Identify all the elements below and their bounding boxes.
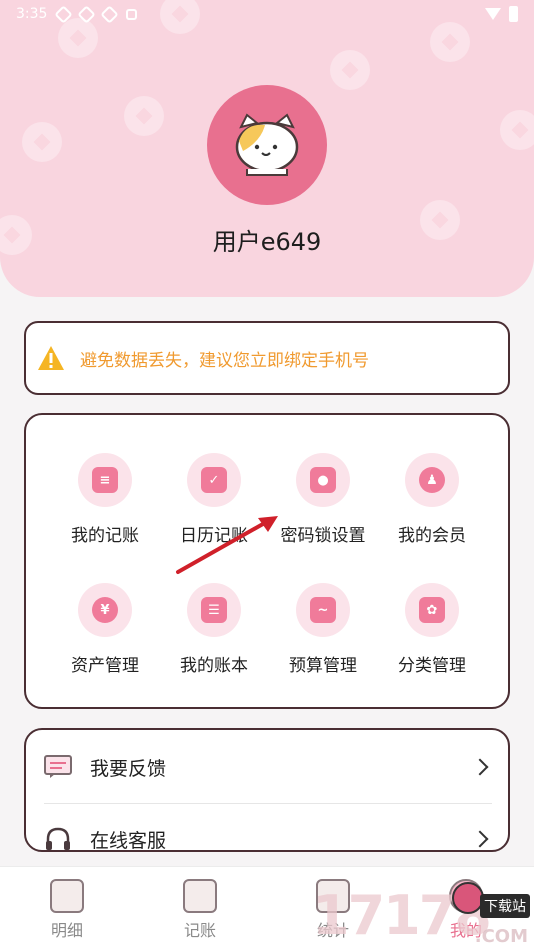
coin-decoration: [330, 50, 370, 90]
member-icon: ♟: [405, 453, 459, 507]
coin-decoration: [430, 22, 470, 62]
tab-bookkeeping[interactable]: 记账: [160, 879, 240, 941]
ledger-icon: ☰: [187, 583, 241, 637]
grid-item-label: 我的记账: [71, 526, 139, 546]
statistics-icon: [316, 879, 350, 913]
grid-item-label: 资产管理: [71, 656, 139, 676]
tab-label: 统计: [316, 921, 349, 940]
status-bar: 3:35: [0, 0, 534, 28]
grid-item-label: 我的会员: [398, 526, 466, 546]
coin-decoration: [500, 110, 534, 150]
budget-chart-icon: ~: [296, 583, 350, 637]
avatar[interactable]: [207, 85, 327, 205]
bookkeeping-icon: [183, 879, 217, 913]
profile-header: 3:35 用户e649: [0, 0, 534, 297]
coin-decoration: [22, 122, 62, 162]
feature-grid: ≡ 我的记账 ✓ 日历记账 ● 密码锁设置 ♟ 我的会员 ¥ 资产管理 ☰ 我的…: [24, 413, 510, 709]
tab-label: 明细: [50, 921, 83, 940]
grid-item-my-bookkeeping[interactable]: ≡ 我的记账: [50, 453, 160, 546]
tab-statistics[interactable]: 统计: [293, 879, 373, 941]
grid-item-calendar-bookkeeping[interactable]: ✓ 日历记账: [159, 453, 269, 546]
headset-icon: [46, 827, 70, 850]
grid-item-label: 预算管理: [289, 656, 357, 676]
grid-item-category[interactable]: ✿ 分类管理: [377, 583, 487, 676]
wifi-icon: [485, 8, 501, 20]
feedback-icon: [44, 755, 72, 778]
notebook-icon: ≡: [78, 453, 132, 507]
chevron-right-icon: [471, 830, 489, 848]
tab-label: 记账: [183, 921, 216, 940]
support-list: 我要反馈 在线客服: [24, 728, 510, 852]
bottom-tab-bar: 明细 记账 统计 我的: [0, 866, 534, 950]
yen-coin-icon: ¥: [78, 583, 132, 637]
calendar-check-icon: ✓: [187, 453, 241, 507]
grid-item-membership[interactable]: ♟ 我的会员: [377, 453, 487, 546]
warning-icon: [38, 346, 64, 370]
grid-item-password-lock[interactable]: ● 密码锁设置: [268, 453, 378, 546]
warning-text: 避免数据丢失，建议您立即绑定手机号: [80, 350, 369, 371]
tab-mine[interactable]: 我的: [426, 879, 506, 941]
lock-icon: ●: [296, 453, 350, 507]
grid-item-label: 密码锁设置: [280, 526, 366, 546]
cat-avatar-icon: [235, 113, 299, 176]
chevron-right-icon: [471, 758, 489, 776]
bind-phone-banner[interactable]: 避免数据丢失，建议您立即绑定手机号: [24, 321, 510, 395]
grid-item-label: 日历记账: [180, 526, 248, 546]
grid-item-ledger[interactable]: ☰ 我的账本: [159, 583, 269, 676]
tab-detail[interactable]: 明细: [27, 879, 107, 941]
status-time: 3:35: [16, 6, 48, 22]
list-item-label: 我要反馈: [90, 757, 167, 780]
category-icon: ✿: [405, 583, 459, 637]
notification-icon: [54, 4, 74, 24]
notification-icon: [126, 8, 138, 20]
detail-icon: [50, 879, 84, 913]
coin-decoration: [124, 96, 164, 136]
username: 用户e649: [212, 228, 322, 256]
list-item-label: 在线客服: [90, 829, 167, 852]
notification-icon: [100, 4, 120, 24]
grid-item-label: 分类管理: [398, 656, 466, 676]
tab-label: 我的: [449, 921, 482, 940]
grid-item-assets[interactable]: ¥ 资产管理: [50, 583, 160, 676]
mine-icon: [449, 879, 483, 913]
grid-item-label: 我的账本: [180, 656, 248, 676]
list-item-online-service[interactable]: 在线客服: [26, 804, 508, 852]
notification-icon: [77, 4, 97, 24]
grid-item-budget[interactable]: ~ 预算管理: [268, 583, 378, 676]
list-item-feedback[interactable]: 我要反馈: [26, 732, 508, 802]
battery-icon: [509, 6, 518, 22]
